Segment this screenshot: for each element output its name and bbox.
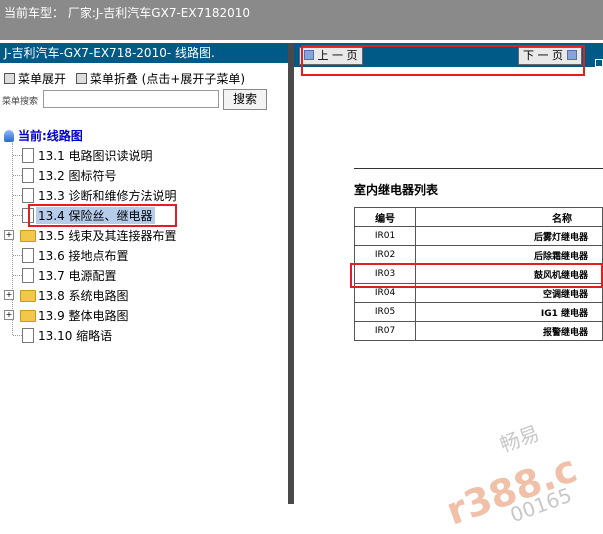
tree-item[interactable]: 13.1 电路图识读说明 — [0, 145, 280, 165]
table-header-row: 编号 名称 — [353, 207, 603, 227]
tree-item-label: 13.2 图标符号 — [38, 169, 117, 183]
row-highlight-box — [350, 263, 603, 288]
relay-id: IR07 — [353, 321, 417, 341]
small-square-icon — [595, 59, 603, 67]
relay-name: 报警继电器 — [415, 321, 603, 341]
expand-plus-icon[interactable]: + — [4, 290, 14, 300]
table-row: IR07 报警继电器 — [353, 321, 603, 341]
search-button[interactable]: 搜索 — [223, 89, 267, 110]
nav-highlight-box — [301, 45, 585, 76]
menu-toggle-row: 菜单展开 菜单折叠 (点击+展开子菜单) — [4, 70, 245, 87]
top-bar: 当前车型： 厂家:J-吉利汽车GX7-EX7182010 — [0, 0, 603, 40]
watermark-text: 畅易 — [496, 420, 543, 458]
tree-item-label: 13.8 系统电路图 — [38, 289, 129, 303]
tree-item-label: 13.7 电源配置 — [38, 269, 117, 283]
tree-item[interactable]: +13.5 线束及其连接器布置 — [0, 225, 280, 245]
expand-plus-icon[interactable]: + — [4, 310, 14, 320]
column-header: 编号 — [353, 207, 417, 227]
relay-id: IR05 — [353, 302, 417, 322]
table-row: IR05 IG1 继电器 — [353, 302, 603, 322]
tree-item[interactable]: 13.10 缩略语 — [0, 325, 280, 345]
tree-item[interactable]: 13.3 诊断和维修方法说明 — [0, 185, 280, 205]
highlight-box — [28, 204, 177, 227]
tree-root[interactable]: 当前:线路图 — [4, 127, 83, 144]
tree-item[interactable]: 13.7 电源配置 — [0, 265, 280, 285]
tree-item[interactable]: +13.9 整体电路图 — [0, 305, 280, 325]
document-icon — [22, 248, 34, 263]
expand-menu-link[interactable]: 菜单展开 — [18, 72, 66, 86]
section-divider — [354, 168, 603, 169]
right-panel: 上 一 页 下 一 页 室内继电器列表 编号 名称 IR01 后雾灯继电器 IR0… — [294, 43, 603, 534]
relay-name: 后除霜继电器 — [415, 245, 603, 265]
search-label: 菜单搜索 — [2, 97, 39, 107]
folder-icon — [20, 290, 36, 302]
expand-plus-icon[interactable]: + — [4, 230, 14, 240]
table-title: 室内继电器列表 — [354, 183, 439, 197]
tree-item-label: 13.1 电路图识读说明 — [38, 149, 153, 163]
tree-item[interactable]: 13.2 图标符号 — [0, 165, 280, 185]
tree-root-label: 当前:线路图 — [18, 129, 83, 143]
collapse-checkbox[interactable] — [75, 73, 87, 84]
document-icon — [22, 268, 34, 283]
relay-id: IR01 — [353, 226, 417, 246]
folder-icon — [20, 230, 36, 242]
table-row: IR02 后除霜继电器 — [353, 245, 603, 265]
tree-item-label: 13.6 接地点布置 — [38, 249, 129, 263]
folder-icon — [20, 310, 36, 322]
search-input[interactable] — [43, 90, 219, 108]
left-panel-title: J-吉利汽车-GX7-EX718-2010- 线路图. — [0, 43, 288, 63]
left-panel: J-吉利汽车-GX7-EX718-2010- 线路图. 菜单展开 菜单折叠 (点… — [0, 43, 288, 504]
document-icon — [22, 148, 34, 163]
current-model-title: 当前车型： 厂家:J-吉利汽车GX7-EX7182010 — [4, 6, 251, 20]
tree-item-label: 13.5 线束及其连接器布置 — [38, 229, 177, 243]
relay-id: IR02 — [353, 245, 417, 265]
document-icon — [22, 188, 34, 203]
document-icon — [22, 168, 34, 183]
table-row: IR01 后雾灯继电器 — [353, 226, 603, 246]
collapse-menu-link[interactable]: 菜单折叠 (点击+展开子菜单) — [90, 72, 245, 86]
tree-item[interactable]: 13.6 接地点布置 — [0, 245, 280, 265]
relay-name: 后雾灯继电器 — [415, 226, 603, 246]
globe-icon — [4, 130, 14, 142]
tree-item-label: 13.3 诊断和维修方法说明 — [38, 189, 177, 203]
document-icon — [22, 328, 34, 343]
relay-name: IG1 继电器 — [415, 302, 603, 322]
tree-item[interactable]: +13.8 系统电路图 — [0, 285, 280, 305]
tree-item-label: 13.10 缩略语 — [38, 329, 113, 343]
expand-checkbox[interactable] — [4, 73, 15, 84]
tree-item-label: 13.9 整体电路图 — [38, 309, 129, 323]
column-header: 名称 — [415, 207, 603, 227]
